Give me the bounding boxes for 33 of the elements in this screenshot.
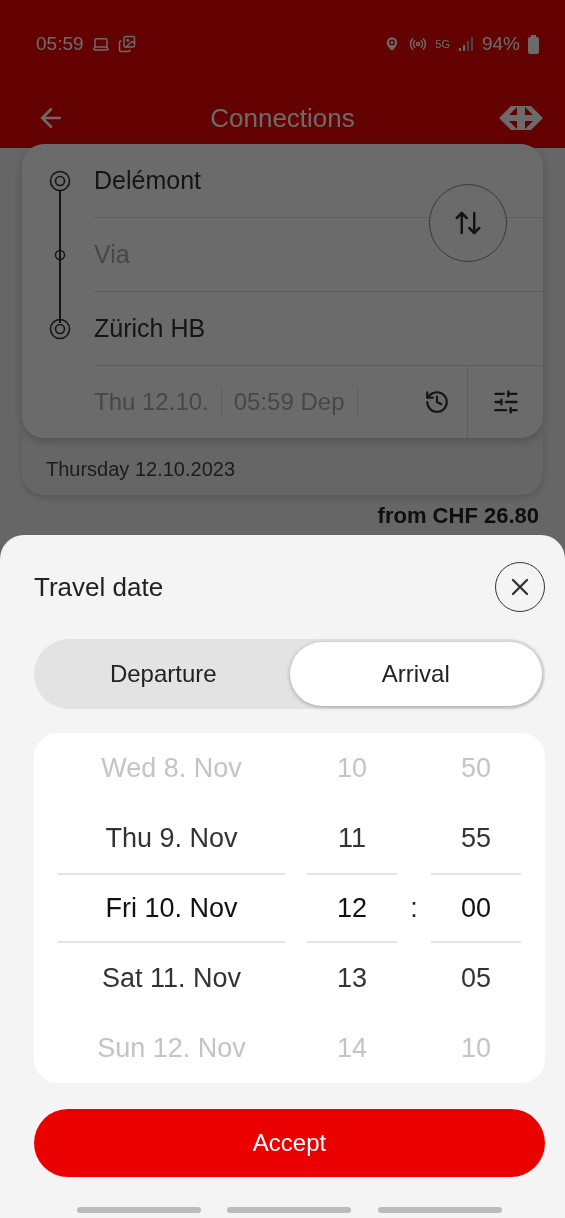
sheet-title: Travel date bbox=[34, 571, 164, 603]
accept-button[interactable]: Accept bbox=[34, 1109, 545, 1177]
nav-handle[interactable] bbox=[377, 1207, 502, 1213]
picker-option[interactable]: 12 bbox=[307, 873, 398, 943]
picker-option[interactable]: 11 bbox=[307, 803, 398, 873]
screen-title: Connections bbox=[209, 102, 356, 134]
network-type: 5G bbox=[435, 38, 450, 50]
picker-option[interactable]: Fri 10. Nov bbox=[58, 873, 286, 943]
picker-option[interactable]: 13 bbox=[307, 943, 398, 1013]
battery-icon bbox=[528, 34, 539, 54]
nav-handle[interactable] bbox=[77, 1207, 202, 1213]
hotspot-icon bbox=[409, 35, 428, 53]
close-button[interactable] bbox=[495, 562, 545, 612]
time-separator: : bbox=[409, 891, 419, 925]
picker-option[interactable]: Thu 9. Nov bbox=[58, 803, 286, 873]
picker-option[interactable]: 05 bbox=[430, 943, 521, 1013]
via-icon bbox=[54, 249, 66, 261]
mode-tab[interactable]: Departure bbox=[37, 642, 290, 706]
status-time: 05:59 bbox=[36, 33, 84, 55]
nav-handle[interactable] bbox=[227, 1207, 352, 1213]
to-field[interactable]: Zürich HB bbox=[94, 292, 543, 366]
picker-option[interactable]: 00 bbox=[430, 873, 521, 943]
battery-level: 94% bbox=[481, 33, 520, 55]
stop-icon bbox=[49, 170, 71, 192]
price-label: from CHF 26.80 bbox=[377, 503, 539, 529]
signal-icon bbox=[457, 36, 474, 52]
picker-option[interactable]: 55 bbox=[430, 803, 521, 873]
stop-icon bbox=[49, 318, 71, 340]
mode-tab[interactable]: Arrival bbox=[289, 642, 542, 706]
laptop-icon bbox=[91, 35, 110, 53]
logo-icon bbox=[499, 105, 543, 131]
picker-option[interactable]: Sat 11. Nov bbox=[58, 943, 286, 1013]
gallery-icon bbox=[117, 35, 136, 53]
